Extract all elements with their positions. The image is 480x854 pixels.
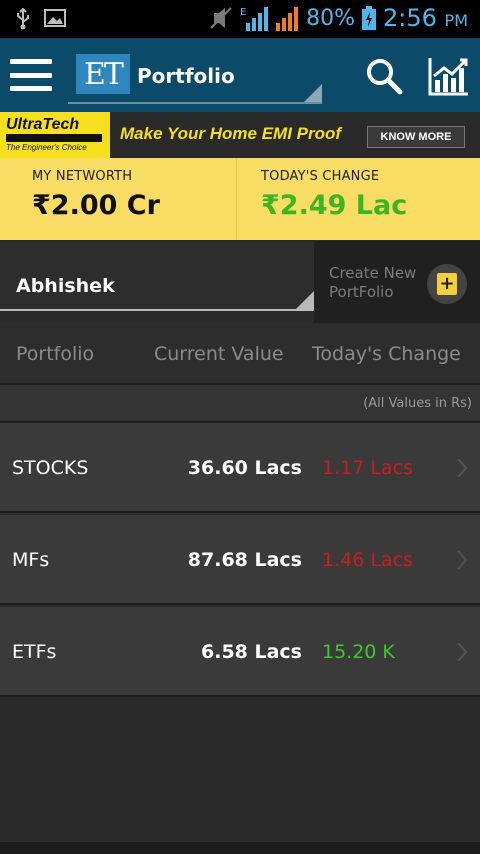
summary-panel: MY NETWORTH ₹2.00 Cr TODAY'S CHANGE ₹2.4… [0, 158, 480, 240]
row-change: 1.17 Lacs [322, 457, 413, 479]
row-label: MFs [12, 549, 50, 571]
selected-portfolio: Abhishek [16, 275, 115, 297]
table-row[interactable]: MFs 87.68 Lacs 1.46 Lacs [0, 515, 480, 605]
values-note: (All Values in Rs) [363, 396, 472, 411]
svg-text:E: E [240, 7, 246, 18]
row-label: STOCKS [12, 457, 89, 479]
table-row[interactable]: STOCKS 36.60 Lacs 1.17 Lacs [0, 423, 480, 513]
chart-icon[interactable] [428, 56, 470, 96]
signal-icon [276, 7, 299, 31]
row-current-value: 6.58 Lacs [201, 641, 302, 663]
create-portfolio-label: Create New PortFolio [329, 264, 417, 301]
networth-label: MY NETWORTH [32, 169, 133, 184]
signal-icon-e: E [240, 7, 269, 31]
todays-change-label: TODAY'S CHANGE [261, 169, 380, 184]
mute-icon [210, 7, 232, 29]
search-icon[interactable] [364, 56, 404, 96]
row-current-value: 87.68 Lacs [187, 549, 302, 571]
clock: 2:56 PM [383, 4, 468, 32]
battery-percent: 80% [306, 5, 355, 31]
usb-icon [17, 8, 29, 30]
image-icon [44, 9, 66, 27]
chevron-right-icon [457, 458, 468, 478]
add-portfolio-icon: + [427, 264, 467, 304]
header-todays-change: Today's Change [312, 343, 461, 365]
status-bar: E 80% 2:56 PM [0, 0, 480, 38]
ad-headline: Make Your Home EMI Proof [120, 124, 342, 143]
row-change: 15.20 K [322, 641, 395, 663]
portfolio-selector[interactable]: Abhishek [0, 241, 314, 311]
table-row[interactable]: ETFs 6.58 Lacs 15.20 K [0, 607, 480, 697]
row-current-value: 36.60 Lacs [187, 457, 302, 479]
networth-value: ₹2.00 Cr [32, 190, 160, 221]
todays-change-value: ₹2.49 Lac [261, 190, 408, 221]
ultratech-logo: UltraTech The Engineer's Choice [0, 112, 110, 158]
header-portfolio: Portfolio [16, 343, 95, 365]
dropdown-corner-icon [304, 84, 322, 102]
dropdown-corner-icon [296, 291, 314, 309]
menu-icon[interactable] [10, 59, 52, 91]
bottom-bar [0, 842, 480, 854]
page-title: Portfolio [137, 64, 235, 88]
header-current-value: Current Value [154, 343, 284, 365]
app-bar: ET Portfolio [0, 38, 480, 112]
networth-block: MY NETWORTH ₹2.00 Cr [0, 158, 236, 240]
row-label: ETFs [12, 641, 57, 663]
create-portfolio-button[interactable]: Create New PortFolio + [314, 241, 480, 323]
chevron-right-icon [457, 550, 468, 570]
row-change: 1.46 Lacs [322, 549, 413, 571]
table-header: Portfolio Current Value Today's Change [0, 323, 480, 385]
todays-change-block: TODAY'S CHANGE ₹2.49 Lac [236, 158, 480, 240]
values-note-bar: (All Values in Rs) [0, 385, 480, 423]
portfolio-title-dropdown[interactable]: ET Portfolio [68, 50, 322, 104]
chevron-right-icon [457, 642, 468, 662]
know-more-button[interactable]: KNOW MORE [367, 126, 465, 148]
et-logo: ET [76, 54, 130, 94]
battery-icon [362, 6, 376, 30]
